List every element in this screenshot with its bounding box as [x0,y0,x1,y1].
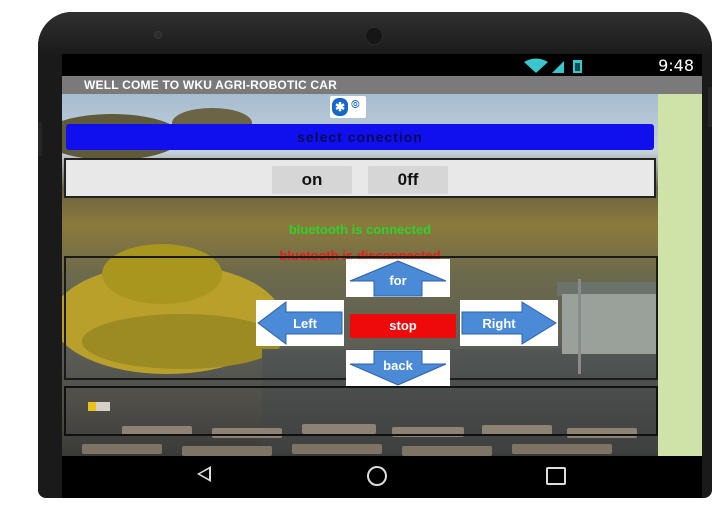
recents-icon[interactable] [546,467,566,485]
bluetooth-wave-icon: ⦾ [351,99,360,111]
right-button[interactable]: Right [460,300,558,346]
right-label: Right [482,316,516,331]
bluetooth-badge: ✱ [332,98,348,116]
status-bar: 9:48 [62,54,702,76]
android-nav-bar [62,456,702,498]
phone-top-bezel [38,12,712,54]
on-button[interactable]: on [272,166,352,194]
speaker-dot [155,32,161,38]
back-button[interactable]: back [346,350,450,386]
left-label: Left [293,316,317,331]
volume-button [38,122,42,156]
battery-level-icon [88,402,110,411]
app-titlebar: WELL COME TO WKU AGRI-ROBOTIC CAR [62,76,702,94]
app-screen: WELL COME TO WKU AGRI-ROBOTIC CAR ✱ ⦾ se… [62,76,702,456]
stop-button[interactable]: stop [350,314,456,338]
phone-frame: 9:48 WELL COME TO WKU AGRI-ROBOTIC CAR ✱… [38,12,712,498]
right-margin-strip [658,94,702,456]
forward-button[interactable]: for [346,259,450,297]
bottom-panel [64,386,658,436]
home-icon[interactable] [367,466,387,486]
paver-stone [82,444,162,454]
back-label: back [383,358,413,373]
front-camera [365,27,383,45]
app-title: WELL COME TO WKU AGRI-ROBOTIC CAR [84,78,338,92]
power-button [708,87,712,127]
connected-status: bluetooth is connected [288,222,432,237]
signal-icon [552,61,564,73]
status-time: 9:48 [658,56,694,75]
select-connection-button[interactable]: select conection [66,124,654,150]
paver-stone [182,446,272,456]
off-button[interactable]: 0ff [368,166,448,194]
paver-stone [402,446,492,456]
back-icon-inner [200,469,209,479]
paver-stone [292,444,382,454]
bluetooth-icon[interactable]: ✱ ⦾ [330,96,366,118]
wifi-icon [524,58,582,73]
paver-stone [512,444,612,454]
on-off-panel: on 0ff [64,158,656,198]
forward-label: for [389,273,407,288]
left-button[interactable]: Left [256,300,344,346]
